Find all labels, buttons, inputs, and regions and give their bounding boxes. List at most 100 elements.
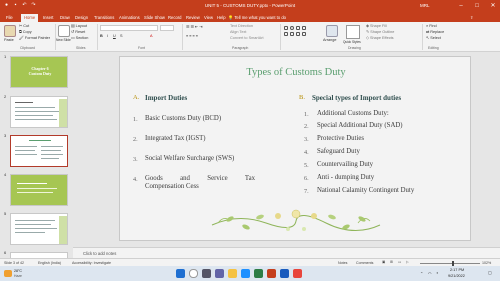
list-item[interactable]: Social Welfare Surcharge (SWS) bbox=[145, 155, 234, 162]
quick-styles-label[interactable]: Quick Styles bbox=[343, 40, 361, 45]
bullets-button[interactable]: ☰ ☰ ⇤ ⇥ bbox=[186, 25, 202, 30]
find-button[interactable]: ⌕ Find bbox=[426, 24, 437, 29]
list-item-continued[interactable]: Compensation Cess bbox=[145, 183, 199, 190]
tab-home[interactable]: Home bbox=[21, 14, 39, 22]
slide-title[interactable]: Types of Customs Duty bbox=[120, 67, 472, 78]
right-heading[interactable]: Special types of Import duties bbox=[312, 94, 401, 102]
arrange-icon[interactable] bbox=[326, 25, 338, 37]
underline-button[interactable]: U bbox=[113, 34, 116, 39]
tab-transitions[interactable]: Transitions bbox=[94, 14, 114, 22]
arrow-shape-icon[interactable] bbox=[284, 32, 288, 36]
redo-icon[interactable]: ↷ bbox=[30, 2, 37, 9]
notification-icon[interactable]: ▢ bbox=[488, 270, 492, 275]
list-item[interactable]: Anti - dumping Duty bbox=[317, 174, 374, 181]
brace-shape-icon[interactable] bbox=[302, 32, 306, 36]
left-heading[interactable]: Import Duties bbox=[145, 94, 187, 102]
close-icon[interactable]: ✕ bbox=[486, 0, 500, 12]
edge-icon[interactable] bbox=[241, 269, 250, 278]
shape-effects-button[interactable]: ◇ Shape Effects bbox=[366, 36, 394, 41]
section-button[interactable]: ▭ Section bbox=[71, 36, 88, 41]
strikethrough-button[interactable]: S bbox=[120, 34, 123, 39]
chrome-icon[interactable] bbox=[293, 269, 302, 278]
start-icon[interactable] bbox=[176, 269, 185, 278]
normal-view-icon[interactable]: ▣ bbox=[382, 260, 385, 264]
language-status[interactable]: English (India) bbox=[38, 261, 61, 265]
slide-thumbnail-1[interactable]: Chapter 6 Custom Duty bbox=[10, 56, 68, 88]
list-item[interactable]: Special Additional Duty (SAD) bbox=[317, 122, 403, 129]
undo-icon[interactable]: ↶ bbox=[21, 2, 28, 9]
layout-button[interactable]: ▤ Layout bbox=[71, 24, 87, 29]
teams-icon[interactable] bbox=[215, 269, 224, 278]
zoom-slider-thumb[interactable] bbox=[452, 260, 454, 266]
font-name-dropdown[interactable] bbox=[100, 25, 158, 31]
share-button[interactable]: ⇪ bbox=[470, 14, 474, 22]
reading-view-icon[interactable]: ▭ bbox=[398, 260, 401, 264]
replace-button[interactable]: ⇄ Replace bbox=[426, 30, 444, 35]
file-explorer-icon[interactable] bbox=[228, 269, 237, 278]
save-icon[interactable]: ▪ bbox=[12, 2, 19, 9]
star-shape-icon[interactable] bbox=[296, 32, 300, 36]
slide-thumbnail-2[interactable] bbox=[10, 96, 68, 128]
font-size-dropdown[interactable] bbox=[160, 25, 174, 31]
notes-button[interactable]: Notes bbox=[338, 261, 347, 265]
tab-animations[interactable]: Animations bbox=[119, 14, 140, 22]
user-name[interactable]: MRL bbox=[420, 3, 430, 8]
convert-smartart-button[interactable]: Convert to SmartArt bbox=[230, 36, 264, 41]
font-color-button[interactable]: A bbox=[150, 34, 153, 39]
triangle-shape-icon[interactable] bbox=[290, 32, 294, 36]
tab-help[interactable]: Help bbox=[217, 14, 226, 22]
slide-thumbnail-4[interactable] bbox=[10, 174, 68, 206]
list-item[interactable]: Basic Customs Duty (BCD) bbox=[145, 115, 221, 122]
task-view-icon[interactable] bbox=[202, 269, 211, 278]
line-shape-icon[interactable] bbox=[302, 26, 306, 30]
slideshow-icon[interactable]: ▷ bbox=[406, 260, 409, 264]
tab-view[interactable]: View bbox=[204, 14, 213, 22]
bold-button[interactable]: B bbox=[100, 34, 103, 39]
minimize-icon[interactable]: – bbox=[454, 0, 468, 12]
list-item[interactable]: Additional Customs Duty: bbox=[317, 110, 389, 117]
tab-design[interactable]: Design bbox=[75, 14, 88, 22]
list-item[interactable]: National Calamity Contingent Duty bbox=[317, 187, 414, 194]
tab-file[interactable]: File bbox=[6, 14, 13, 22]
oval-shape-icon[interactable] bbox=[290, 26, 294, 30]
list-item[interactable]: Safeguard Duty bbox=[317, 148, 360, 155]
italic-button[interactable]: I bbox=[107, 34, 108, 39]
paste-label[interactable]: Paste bbox=[4, 38, 14, 43]
shape-fill-button[interactable]: ◆ Shape Fill bbox=[366, 24, 387, 29]
store-icon[interactable] bbox=[254, 269, 263, 278]
maximize-icon[interactable]: □ bbox=[470, 0, 484, 12]
list-item[interactable]: Protective Duties bbox=[317, 135, 364, 142]
autosave-icon[interactable]: ● bbox=[3, 2, 10, 9]
clock-date[interactable]: 9/21/2022 bbox=[448, 274, 465, 278]
tab-review[interactable]: Review bbox=[186, 14, 200, 22]
volume-icon[interactable]: ◖ bbox=[436, 271, 438, 275]
tell-me-search[interactable]: 💡 Tell me what you want to do bbox=[228, 14, 286, 22]
tab-slide-show[interactable]: Slide Show bbox=[144, 14, 165, 22]
accessibility-status[interactable]: Accessibility: Investigate bbox=[72, 261, 111, 265]
chevron-up-icon[interactable]: ⌃ bbox=[420, 271, 423, 276]
search-icon[interactable] bbox=[189, 269, 198, 278]
align-text-button[interactable]: Align Text bbox=[230, 30, 246, 35]
word-icon[interactable] bbox=[280, 269, 289, 278]
slide-canvas[interactable]: Types of Customs Duty A. Import Duties 1… bbox=[119, 56, 471, 241]
clock-time[interactable]: 2:17 PM bbox=[450, 268, 464, 272]
zoom-slider[interactable] bbox=[420, 262, 480, 264]
text-direction-button[interactable]: Text Direction bbox=[230, 24, 253, 29]
reset-button[interactable]: ↺ Reset bbox=[71, 30, 85, 35]
zoom-level[interactable]: 102% bbox=[482, 261, 491, 265]
copy-button[interactable]: ⧉ Copy bbox=[19, 30, 32, 35]
tab-draw[interactable]: Draw bbox=[60, 14, 70, 22]
comments-button[interactable]: Comments bbox=[356, 261, 373, 265]
align-buttons[interactable]: ≡ ≡ ≡ ≡ bbox=[186, 34, 198, 39]
quick-styles-icon[interactable] bbox=[346, 25, 360, 39]
tab-insert[interactable]: Insert bbox=[43, 14, 53, 22]
weather-icon[interactable] bbox=[4, 270, 12, 277]
notes-placeholder[interactable]: Click to add notes bbox=[83, 251, 116, 256]
notes-pane[interactable]: Click to add notes bbox=[73, 247, 500, 258]
slide-thumbnail-5[interactable] bbox=[10, 213, 68, 245]
arrange-label[interactable]: Arrange bbox=[323, 38, 337, 43]
powerpoint-icon[interactable] bbox=[267, 269, 276, 278]
slide-thumbnail-3[interactable] bbox=[10, 135, 68, 167]
weather-temp[interactable]: 28°C bbox=[14, 269, 22, 273]
cut-button[interactable]: ✂ Cut bbox=[19, 24, 29, 29]
